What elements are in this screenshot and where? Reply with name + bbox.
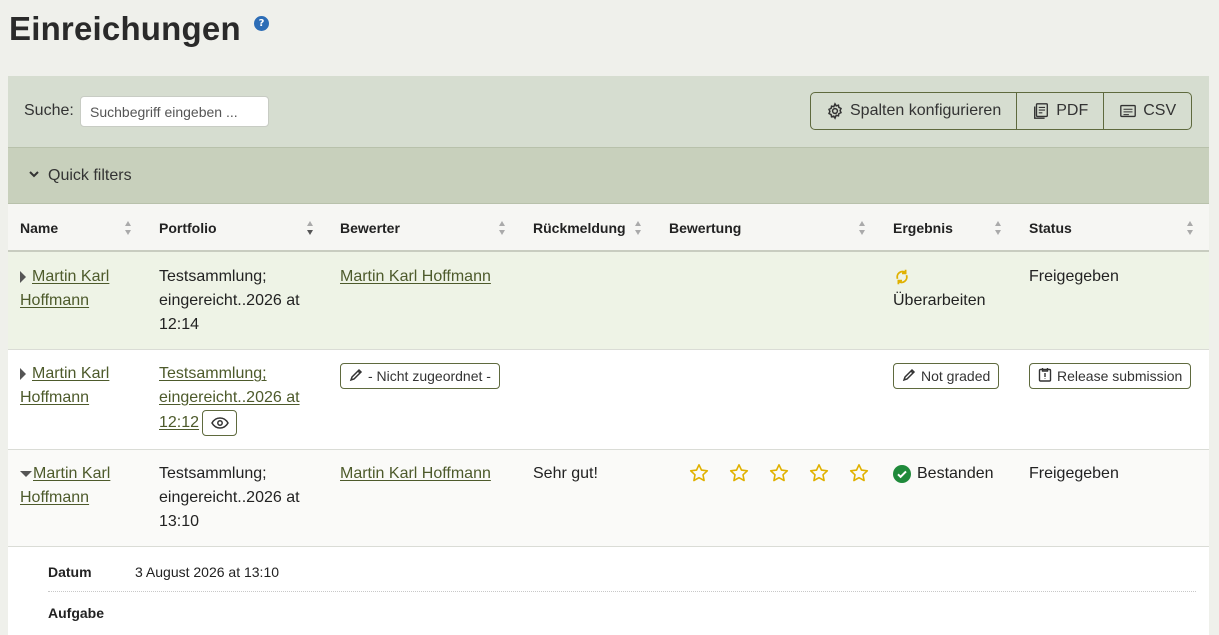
sort-icon[interactable] (994, 220, 1002, 236)
student-name-link[interactable]: Martin Karl Hoffmann (20, 465, 110, 506)
submissions-table: Name Portfolio Bewerter Rückmeldung Bewe… (8, 204, 1209, 635)
date-label: Datum (48, 564, 92, 580)
pencil-icon (902, 368, 916, 385)
search-label: Suche: (24, 102, 74, 119)
grader-cell: Martin Karl Hoffmann (340, 462, 491, 486)
column-header-rating[interactable]: Bewertung (669, 220, 741, 236)
sort-icon[interactable] (124, 220, 132, 236)
portfolio-cell: Testsammlung; eingereicht..2026 at 12:12 (159, 362, 324, 436)
pdf-export-button[interactable]: PDF (1017, 93, 1105, 129)
search-input[interactable] (80, 96, 269, 127)
sort-desc-icon[interactable] (306, 220, 314, 236)
quick-filters-toggle[interactable]: Quick filters (8, 147, 1209, 204)
revise-icon (893, 265, 986, 289)
check-circle-icon (893, 465, 911, 483)
status-cell: Freigegeben (1029, 465, 1119, 482)
star-icon (769, 464, 789, 482)
table-row: Martin Karl Hoffmann Testsammlung; einge… (8, 252, 1209, 350)
grader-cell: Martin Karl Hoffmann (340, 265, 491, 289)
table-row: Martin Karl Hoffmann Testsammlung; einge… (8, 350, 1209, 450)
release-submission-button[interactable]: Release submission (1029, 363, 1192, 389)
sort-icon[interactable] (1186, 220, 1194, 236)
date-value: 3 August 2026 at 13:10 (135, 564, 280, 580)
feedback-cell: Sehr gut! (533, 465, 598, 482)
column-header-status[interactable]: Status (1029, 220, 1072, 236)
table-row: Martin Karl Hoffmann Testsammlung; einge… (8, 450, 1209, 547)
student-name-link[interactable]: Martin Karl Hoffmann (20, 365, 109, 406)
csv-export-button[interactable]: CSV (1104, 93, 1191, 129)
column-header-grader[interactable]: Bewerter (340, 220, 400, 236)
csv-file-icon (1119, 102, 1137, 120)
assign-grader-label: - Nicht zugeordnet - (368, 368, 491, 384)
star-icon (849, 464, 869, 482)
table-header: Name Portfolio Bewerter Rückmeldung Bewe… (8, 204, 1209, 252)
column-header-result[interactable]: Ergebnis (893, 220, 953, 236)
toolbar: Suche: Spalten konfigurieren PDF (8, 76, 1209, 147)
help-icon[interactable]: ? (254, 16, 269, 31)
grader-link[interactable]: Martin Karl Hoffmann (340, 465, 491, 482)
result-cell: Überarbeiten (893, 265, 986, 313)
expand-row-icon[interactable] (20, 270, 26, 283)
toolbar-button-group: Spalten konfigurieren PDF CSV (810, 92, 1193, 130)
configure-columns-button[interactable]: Spalten konfigurieren (811, 93, 1018, 129)
sort-icon[interactable] (858, 220, 866, 236)
gear-icon (826, 102, 844, 120)
grade-button[interactable]: Not graded (893, 363, 1000, 389)
quick-filters-label: Quick filters (48, 166, 132, 184)
name-cell: Martin Karl Hoffmann (20, 462, 140, 510)
star-icon (809, 464, 829, 482)
chevron-down-icon (28, 167, 40, 185)
collapse-row-icon[interactable] (20, 470, 32, 477)
result-cell: Bestanden (893, 462, 994, 486)
expand-row-icon[interactable] (20, 367, 26, 380)
result-label: Überarbeiten (893, 292, 986, 309)
pdf-export-label: PDF (1056, 102, 1089, 119)
column-header-name[interactable]: Name (20, 220, 58, 236)
column-header-portfolio[interactable]: Portfolio (159, 220, 217, 236)
eye-icon (210, 417, 229, 429)
configure-columns-label: Spalten konfigurieren (850, 102, 1002, 119)
name-cell: Martin Karl Hoffmann (20, 265, 140, 313)
name-cell: Martin Karl Hoffmann (20, 362, 140, 410)
sort-icon[interactable] (498, 220, 506, 236)
task-label: Aufgabe (48, 605, 104, 621)
page-title: Einreichungen (9, 10, 241, 47)
preview-button[interactable] (202, 410, 238, 436)
status-cell: Freigegeben (1029, 268, 1119, 285)
csv-export-label: CSV (1143, 102, 1177, 119)
grade-label: Not graded (921, 368, 991, 384)
grader-link[interactable]: Martin Karl Hoffmann (340, 268, 491, 285)
student-name-link[interactable]: Martin Karl Hoffmann (20, 268, 109, 309)
row-details: Datum 3 August 2026 at 13:10 Aufgabe (8, 547, 1209, 635)
column-header-feedback[interactable]: Rückmeldung (533, 220, 626, 236)
star-icon (729, 464, 749, 482)
star-icon (689, 464, 709, 482)
assign-grader-button[interactable]: - Nicht zugeordnet - (340, 363, 500, 389)
pencil-icon (349, 368, 363, 385)
sort-icon[interactable] (634, 220, 642, 236)
result-label: Bestanden (917, 465, 994, 482)
release-submission-label: Release submission (1057, 368, 1183, 384)
clipboard-icon (1038, 367, 1052, 385)
details-divider (48, 591, 1196, 592)
pdf-file-icon (1032, 102, 1050, 120)
portfolio-cell: Testsammlung; eingereicht..2026 at 12:14 (159, 268, 300, 333)
portfolio-cell: Testsammlung; eingereicht..2026 at 13:10 (159, 465, 300, 530)
